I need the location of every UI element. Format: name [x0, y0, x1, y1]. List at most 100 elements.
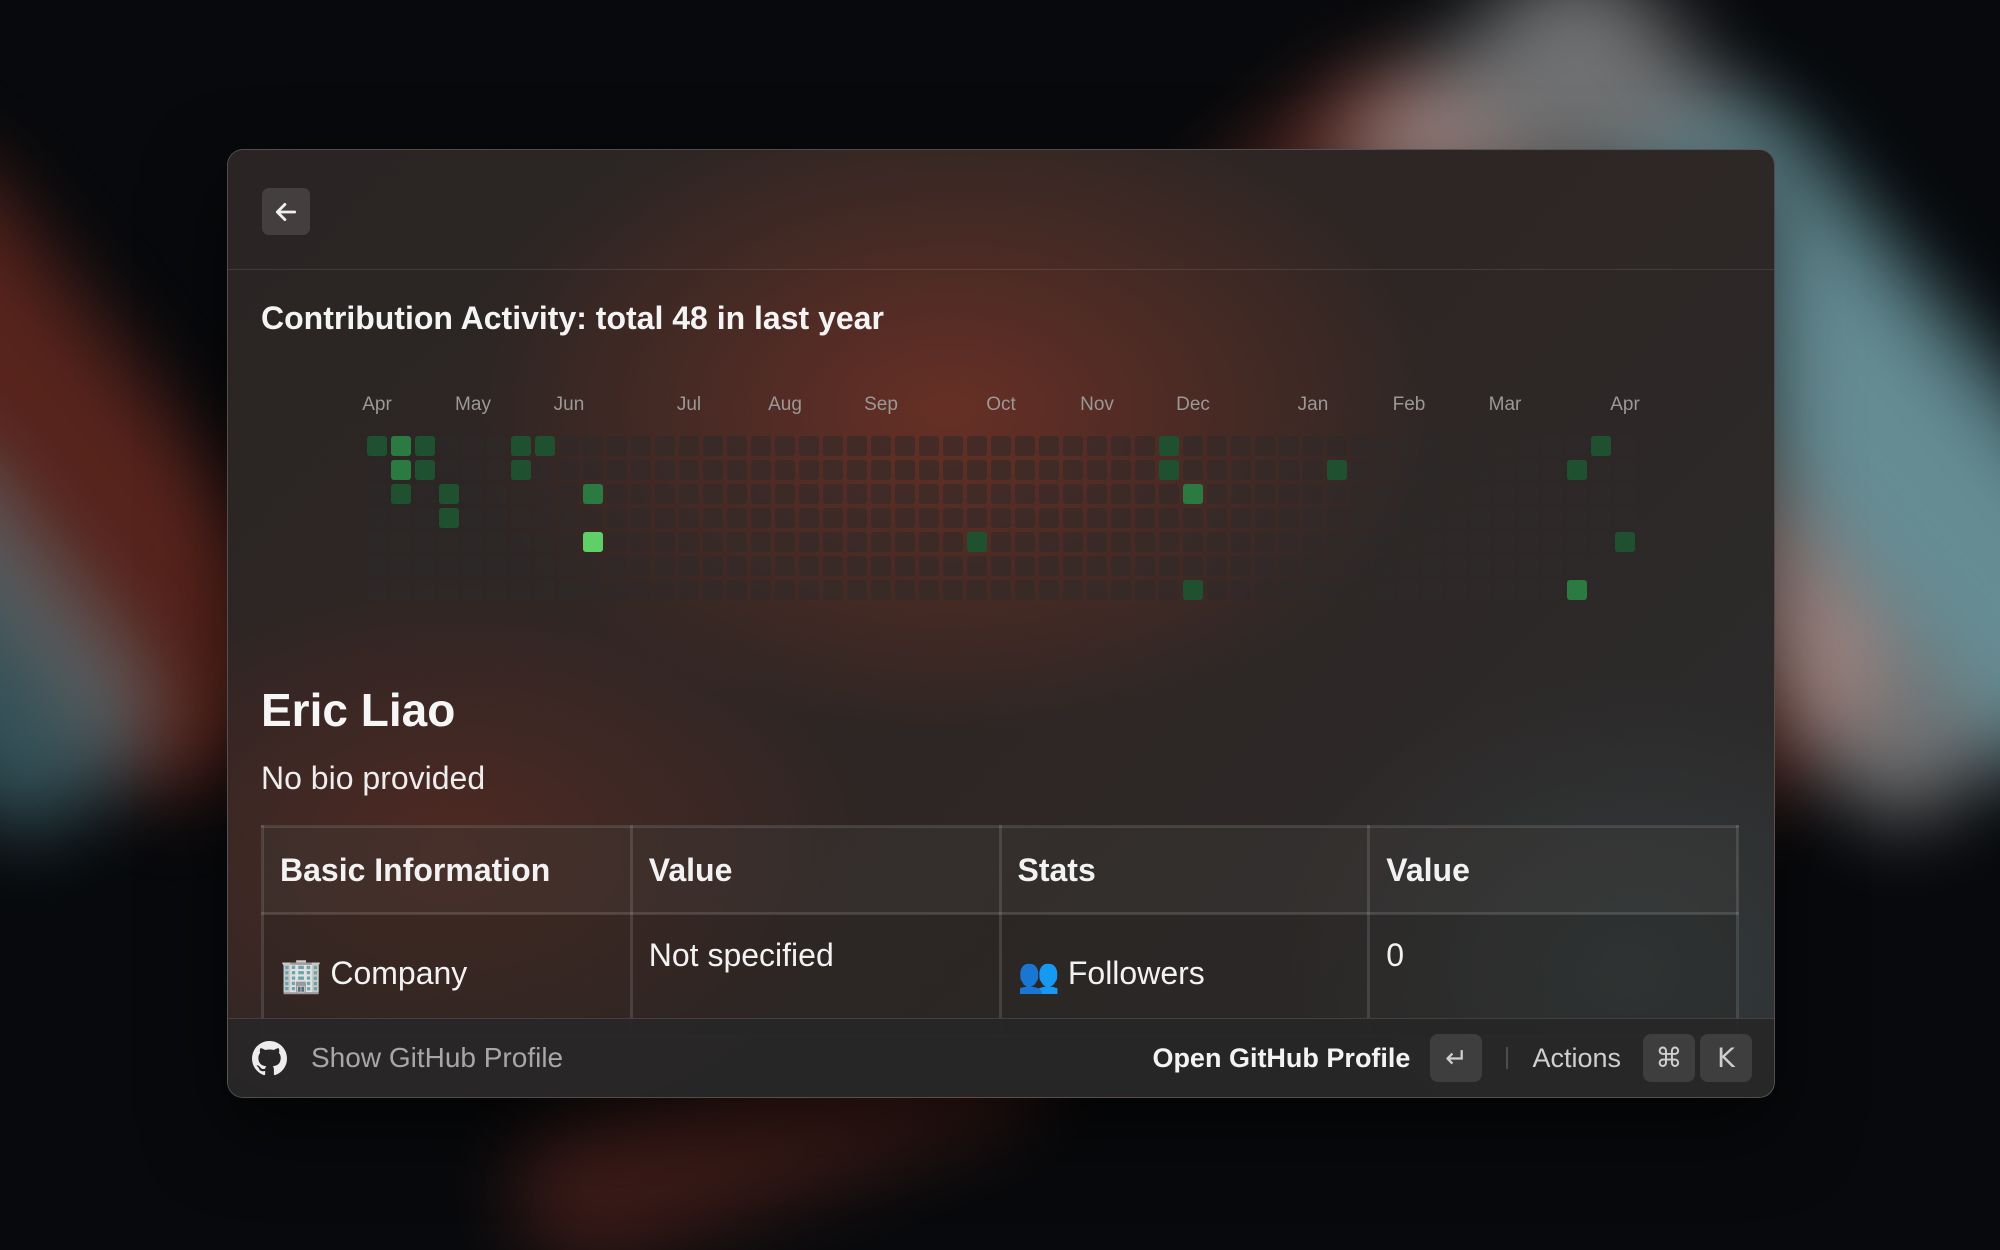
- contribution-cell[interactable]: [463, 436, 483, 456]
- contribution-cell[interactable]: [775, 460, 795, 480]
- contribution-cell[interactable]: [751, 556, 771, 576]
- contribution-cell-active[interactable]: [391, 436, 411, 456]
- contribution-cell-active[interactable]: [583, 484, 603, 504]
- contribution-cell[interactable]: [1447, 436, 1467, 456]
- contribution-cell[interactable]: [1279, 436, 1299, 456]
- contribution-cell[interactable]: [1159, 556, 1179, 576]
- contribution-cell-active[interactable]: [511, 436, 531, 456]
- contribution-cell[interactable]: [559, 484, 579, 504]
- contribution-cell[interactable]: [655, 556, 675, 576]
- contribution-cell[interactable]: [1351, 436, 1371, 456]
- contribution-cell[interactable]: [1567, 556, 1587, 576]
- contribution-cell[interactable]: [655, 532, 675, 552]
- contribution-cell[interactable]: [1207, 532, 1227, 552]
- contribution-cell[interactable]: [607, 436, 627, 456]
- contribution-cell[interactable]: [1159, 508, 1179, 528]
- contribution-cell[interactable]: [1543, 484, 1563, 504]
- contribution-cell-active[interactable]: [1159, 460, 1179, 480]
- contribution-cell[interactable]: [1087, 556, 1107, 576]
- contribution-cell[interactable]: [775, 532, 795, 552]
- contribution-cell[interactable]: [1015, 532, 1035, 552]
- contribution-cell[interactable]: [1111, 460, 1131, 480]
- contribution-cell[interactable]: [847, 508, 867, 528]
- contribution-cell[interactable]: [1087, 580, 1107, 600]
- contribution-cell[interactable]: [439, 556, 459, 576]
- contribution-cell-active[interactable]: [415, 460, 435, 480]
- contribution-cell[interactable]: [463, 508, 483, 528]
- contribution-cell[interactable]: [1375, 484, 1395, 504]
- contribution-cell[interactable]: [1135, 484, 1155, 504]
- contribution-cell[interactable]: [1111, 484, 1131, 504]
- contribution-cell[interactable]: [1519, 532, 1539, 552]
- contribution-cell[interactable]: [679, 580, 699, 600]
- contribution-cell[interactable]: [1519, 580, 1539, 600]
- contribution-cell[interactable]: [703, 460, 723, 480]
- contribution-cell[interactable]: [535, 508, 555, 528]
- contribution-cell[interactable]: [535, 532, 555, 552]
- contribution-cell[interactable]: [1543, 556, 1563, 576]
- contribution-cell[interactable]: [1087, 460, 1107, 480]
- contribution-cell[interactable]: [1015, 484, 1035, 504]
- contribution-cell[interactable]: [679, 460, 699, 480]
- contribution-cell[interactable]: [1495, 508, 1515, 528]
- contribution-cell[interactable]: [1255, 508, 1275, 528]
- contribution-cell[interactable]: [823, 556, 843, 576]
- contribution-cell[interactable]: [1447, 460, 1467, 480]
- contribution-cell[interactable]: [847, 580, 867, 600]
- contribution-cell[interactable]: [679, 508, 699, 528]
- contribution-cell[interactable]: [775, 508, 795, 528]
- contribution-cell[interactable]: [943, 556, 963, 576]
- contribution-cell[interactable]: [415, 532, 435, 552]
- contribution-cell[interactable]: [1495, 436, 1515, 456]
- contribution-cell[interactable]: [847, 556, 867, 576]
- contribution-cell[interactable]: [1471, 580, 1491, 600]
- contribution-cell[interactable]: [583, 580, 603, 600]
- contribution-cell[interactable]: [967, 580, 987, 600]
- contribution-cell-active[interactable]: [415, 436, 435, 456]
- contribution-cell[interactable]: [823, 580, 843, 600]
- contribution-cell[interactable]: [511, 532, 531, 552]
- contribution-cell-active[interactable]: [367, 436, 387, 456]
- contribution-cell[interactable]: [583, 436, 603, 456]
- contribution-cell[interactable]: [727, 460, 747, 480]
- contribution-cell[interactable]: [703, 556, 723, 576]
- contribution-cell[interactable]: [631, 532, 651, 552]
- contribution-cell[interactable]: [967, 556, 987, 576]
- contribution-cell[interactable]: [1063, 508, 1083, 528]
- contribution-cell[interactable]: [1351, 580, 1371, 600]
- contribution-cell[interactable]: [1519, 460, 1539, 480]
- contribution-cell[interactable]: [511, 508, 531, 528]
- contribution-cell[interactable]: [1231, 580, 1251, 600]
- contribution-cell[interactable]: [1063, 460, 1083, 480]
- contribution-cell[interactable]: [1063, 556, 1083, 576]
- contribution-cell[interactable]: [871, 532, 891, 552]
- contribution-cell[interactable]: [1039, 556, 1059, 576]
- contribution-cell[interactable]: [679, 532, 699, 552]
- contribution-cell[interactable]: [1279, 508, 1299, 528]
- contribution-cell[interactable]: [1111, 532, 1131, 552]
- contribution-cell[interactable]: [1183, 436, 1203, 456]
- contribution-cell-active[interactable]: [1567, 460, 1587, 480]
- contribution-cell[interactable]: [1255, 484, 1275, 504]
- contribution-cell[interactable]: [1495, 580, 1515, 600]
- contribution-cell[interactable]: [727, 508, 747, 528]
- contribution-cell[interactable]: [1423, 532, 1443, 552]
- contribution-cell[interactable]: [799, 580, 819, 600]
- contribution-cell[interactable]: [943, 436, 963, 456]
- contribution-cell[interactable]: [487, 436, 507, 456]
- contribution-cell[interactable]: [1111, 508, 1131, 528]
- contribution-cell[interactable]: [895, 508, 915, 528]
- contribution-cell[interactable]: [871, 508, 891, 528]
- contribution-cell[interactable]: [1255, 556, 1275, 576]
- contribution-cell[interactable]: [1207, 460, 1227, 480]
- contribution-cell[interactable]: [583, 556, 603, 576]
- contribution-cell[interactable]: [1543, 508, 1563, 528]
- contribution-cell[interactable]: [679, 484, 699, 504]
- contribution-cell-active[interactable]: [439, 484, 459, 504]
- contribution-cell[interactable]: [943, 484, 963, 504]
- contribution-cell[interactable]: [655, 580, 675, 600]
- contribution-cell[interactable]: [679, 556, 699, 576]
- contribution-cell[interactable]: [1519, 508, 1539, 528]
- contribution-cell[interactable]: [511, 484, 531, 504]
- contribution-cell[interactable]: [799, 508, 819, 528]
